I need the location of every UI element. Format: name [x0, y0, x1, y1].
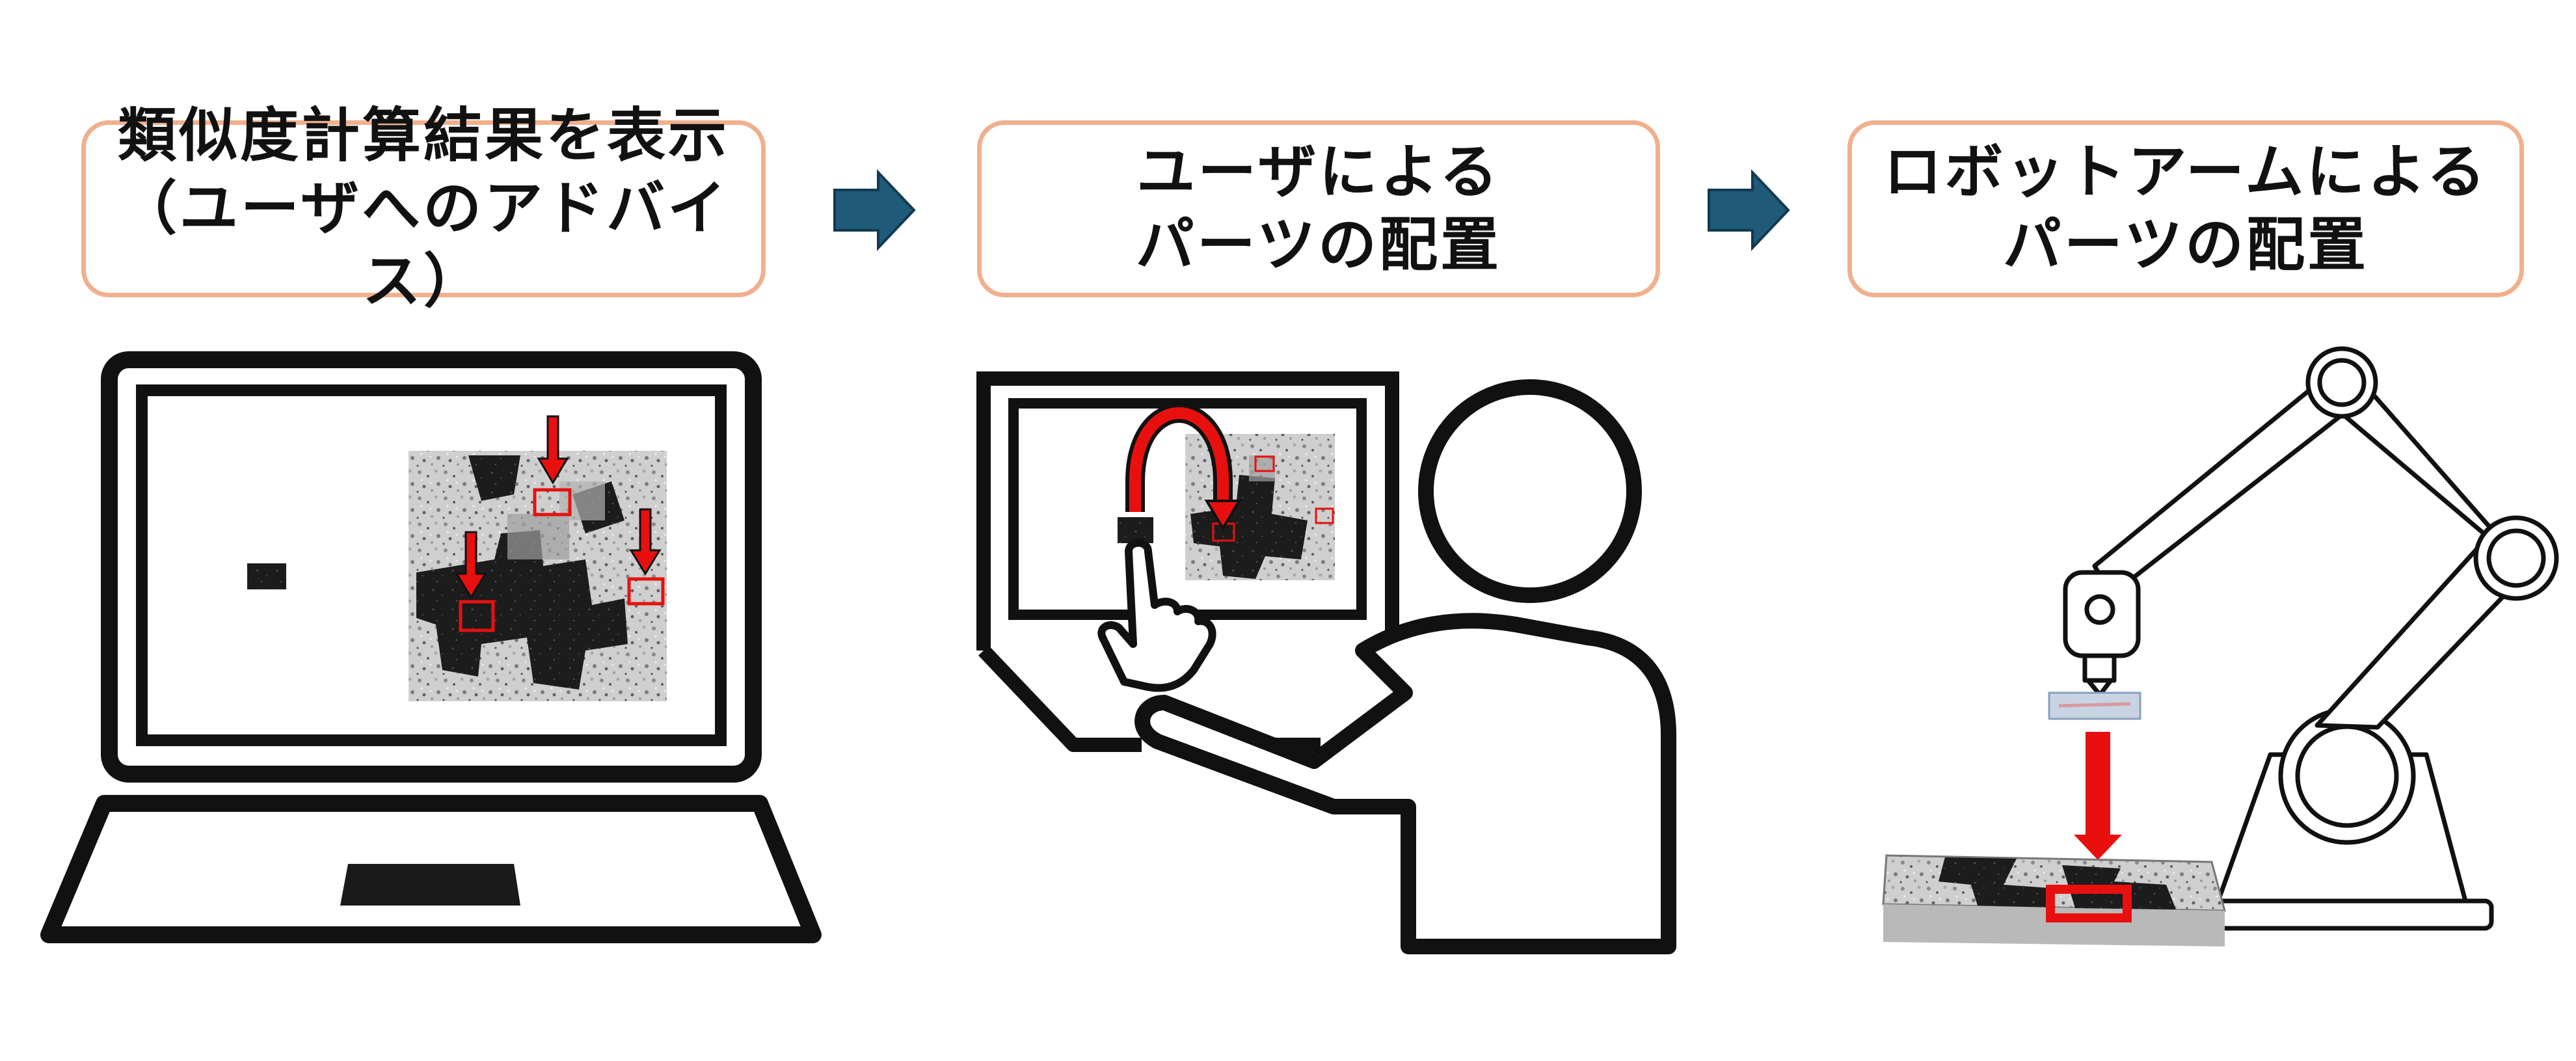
flow-arrow-1: [833, 168, 916, 252]
laptop-screen-content: [247, 415, 667, 701]
stone-panel-icon: [1882, 854, 2226, 947]
illustration-canvas: [40, 168, 2559, 954]
down-arrow-icon: [2074, 732, 2122, 860]
robot-arm-icon: [2063, 346, 2559, 931]
flow-arrow-2: [1708, 168, 1790, 252]
